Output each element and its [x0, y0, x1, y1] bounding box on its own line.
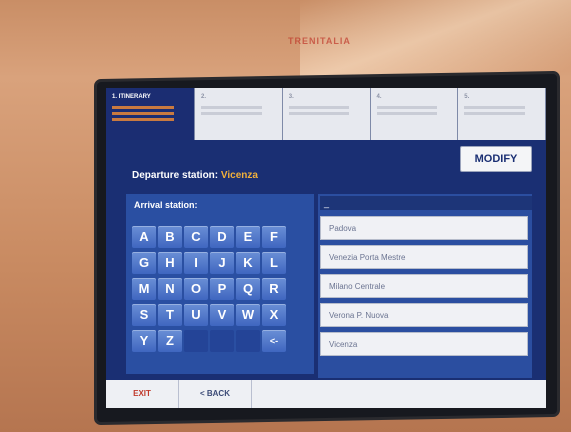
step-tab-5[interactable]: 5. [458, 88, 546, 140]
key-d[interactable]: D [210, 226, 234, 248]
station-option[interactable]: Padova [320, 216, 528, 240]
key-l[interactable]: L [262, 252, 286, 274]
key-blank [236, 330, 260, 352]
key-y[interactable]: Y [132, 330, 156, 352]
departure-label: Departure station: [132, 170, 219, 181]
key-c[interactable]: C [184, 226, 208, 248]
station-list: Padova Venezia Porta Mestre Milano Centr… [320, 216, 528, 361]
key-blank [210, 330, 234, 352]
station-option[interactable]: Venezia Porta Mestre [320, 245, 528, 269]
arrival-search-input[interactable]: _ [320, 196, 532, 210]
key-u[interactable]: U [184, 304, 208, 326]
key-j[interactable]: J [210, 252, 234, 274]
key-s[interactable]: S [132, 304, 156, 326]
key-g[interactable]: G [132, 252, 156, 274]
key-f[interactable]: F [262, 226, 286, 248]
station-results-panel: _ Padova Venezia Porta Mestre Milano Cen… [318, 194, 532, 378]
key-r[interactable]: R [262, 278, 286, 300]
departure-station: Departure station: Vicenza [132, 170, 258, 181]
step-progress-lines [288, 106, 350, 118]
back-button[interactable]: < BACK [179, 380, 252, 408]
step-tab-3[interactable]: 3. [282, 88, 371, 140]
key-b[interactable]: B [158, 226, 182, 248]
key-x[interactable]: X [262, 304, 286, 326]
arrival-label: Arrival station: [134, 200, 198, 210]
key-k[interactable]: K [236, 252, 260, 274]
key-z[interactable]: Z [158, 330, 182, 352]
key-o[interactable]: O [184, 278, 208, 300]
key-blank [184, 330, 208, 352]
step-tab-4[interactable]: 4. [370, 88, 459, 140]
step-tab-itinerary[interactable]: 1. ITINERARY [106, 88, 195, 140]
key-n[interactable]: N [158, 278, 182, 300]
step-label: 3. [288, 94, 294, 100]
step-label: 5. [464, 94, 470, 100]
key-i[interactable]: I [184, 252, 208, 274]
key-m[interactable]: M [132, 278, 156, 300]
step-progress-lines [376, 106, 438, 118]
step-progress-lines [464, 106, 525, 118]
step-label: 1. ITINERARY [112, 94, 151, 100]
key-e[interactable]: E [236, 226, 260, 248]
step-progress-lines [201, 106, 262, 118]
step-label: 4. [376, 94, 382, 100]
key-t[interactable]: T [158, 304, 182, 326]
step-tab-2[interactable]: 2. [195, 88, 283, 140]
step-tabs: 1. ITINERARY 2. 3. 4. 5. [106, 88, 546, 140]
kiosk-screen: 1. ITINERARY 2. 3. 4. 5. MODIFY Departur… [106, 88, 546, 408]
key-w[interactable]: W [236, 304, 260, 326]
key-q[interactable]: Q [236, 278, 260, 300]
step-label: 2. [201, 94, 207, 100]
departure-value: Vicenza [220, 170, 258, 181]
key-a[interactable]: A [132, 226, 156, 248]
kiosk-brand-logo: TRENITALIA [288, 36, 351, 46]
key-h[interactable]: H [158, 252, 182, 274]
step-progress-lines [112, 106, 174, 124]
exit-button[interactable]: EXIT [106, 380, 179, 408]
backspace-key[interactable]: <- [262, 330, 286, 352]
key-p[interactable]: P [210, 278, 234, 300]
letter-keyboard: A B C D E F G H I J K L M N O P Q R S T … [132, 226, 286, 352]
station-option[interactable]: Vicenza [320, 332, 528, 356]
key-v[interactable]: V [210, 304, 234, 326]
station-option[interactable]: Verona P. Nuova [320, 303, 528, 327]
modify-button[interactable]: MODIFY [460, 146, 532, 172]
bottom-toolbar: EXIT < BACK [106, 380, 546, 408]
station-option[interactable]: Milano Centrale [320, 274, 528, 298]
